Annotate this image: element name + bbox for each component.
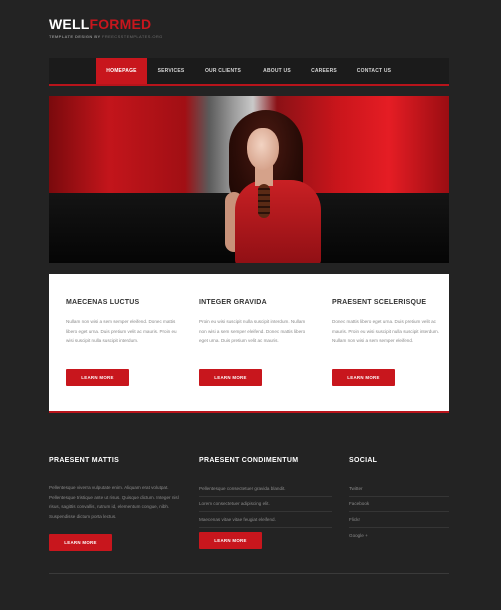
feature-title: PRAESENT SCELERISQUE xyxy=(332,299,427,306)
model-face xyxy=(247,128,279,170)
learn-more-button[interactable]: LEARN MORE xyxy=(66,369,129,386)
footer-title: PRAESENT CONDIMENTUM xyxy=(199,457,299,464)
footer-divider xyxy=(49,573,449,574)
social-link-google-plus[interactable]: Google + xyxy=(349,528,449,544)
learn-more-button[interactable]: LEARN MORE xyxy=(332,369,395,386)
social-link-flickr[interactable]: Flickr xyxy=(349,512,449,528)
list-item: Lorem consectetuer adipiscing elit. xyxy=(199,497,332,512)
site-logo[interactable]: WELLFORMED xyxy=(49,16,151,32)
model-red-dress xyxy=(235,180,321,263)
main-nav: HOMEPAGE SERVICES OUR CLIENTS ABOUT US C… xyxy=(49,58,449,86)
nav-item-homepage[interactable]: HOMEPAGE xyxy=(96,58,147,84)
feature-title: INTEGER GRAVIDA xyxy=(199,299,267,306)
model-necklace xyxy=(258,184,270,218)
social-link-twitter[interactable]: Twitter xyxy=(349,481,449,497)
nav-item-our-clients[interactable]: OUR CLIENTS xyxy=(195,58,251,84)
tagline: TEMPLATE DESIGN BY FREECSSTEMPLATES.ORG xyxy=(49,34,163,39)
learn-more-button[interactable]: LEARN MORE xyxy=(199,369,262,386)
logo-part2: FORMED xyxy=(89,16,152,32)
nav-item-about-us[interactable]: ABOUT US xyxy=(251,58,303,84)
social-list: Twitter Facebook Flickr Google + xyxy=(349,481,449,543)
list-item: Maecenas vitae vitae feugiat eleifend. xyxy=(199,512,332,528)
tagline-link[interactable]: FREECSSTEMPLATES.ORG xyxy=(102,34,163,39)
nav-item-careers[interactable]: CAREERS xyxy=(303,58,345,84)
logo-part1: WELL xyxy=(49,16,90,32)
tagline-text: TEMPLATE DESIGN BY xyxy=(49,34,101,39)
feature-title: MAECENAS LUCTUS xyxy=(66,299,140,306)
feature-text: Nullam non wisi a sem semper eleifend. D… xyxy=(66,319,177,344)
list-item: Pellentesque consectetuer gravida blandi… xyxy=(199,481,332,497)
footer-column-1: PRAESENT MATTIS Pellentesque viverra vul… xyxy=(49,452,183,551)
footer-text: Pellentesque viverra vulputate enim. Ali… xyxy=(49,485,179,519)
feature-text: Donec mattis libero eget urna. Duis pret… xyxy=(332,319,439,344)
learn-more-button[interactable]: LEARN MORE xyxy=(199,532,262,549)
feature-text: Proin eu wisi suscipit nulla suscipit in… xyxy=(199,319,306,344)
hero-image xyxy=(49,96,449,263)
footer-title: PRAESENT MATTIS xyxy=(49,457,120,464)
learn-more-button[interactable]: LEARN MORE xyxy=(49,534,112,551)
footer-list: Pellentesque consectetuer gravida blandi… xyxy=(199,481,332,528)
footer-column-3: SOCIAL Twitter Facebook Flickr Google + xyxy=(349,452,449,538)
nav-item-contact-us[interactable]: CONTACT US xyxy=(345,58,403,84)
features-panel: MAECENAS LUCTUS Nullam non wisi a sem se… xyxy=(49,274,449,413)
nav-item-services[interactable]: SERVICES xyxy=(147,58,195,84)
social-link-facebook[interactable]: Facebook xyxy=(349,497,449,512)
footer-title: SOCIAL xyxy=(349,457,378,464)
footer-column-2: PRAESENT CONDIMENTUM Pellentesque consec… xyxy=(199,452,332,549)
